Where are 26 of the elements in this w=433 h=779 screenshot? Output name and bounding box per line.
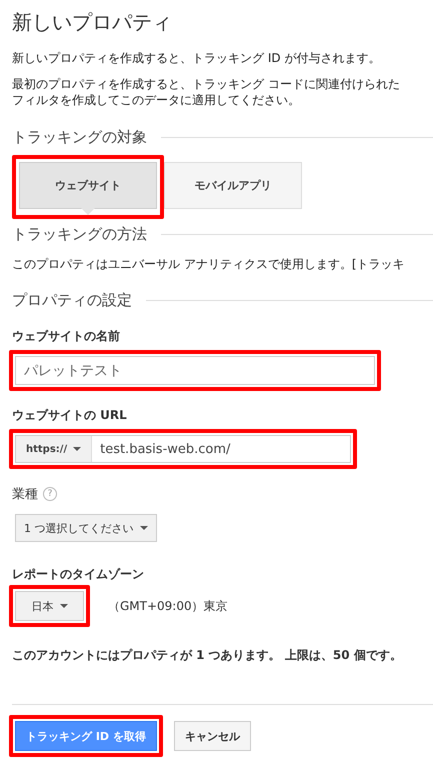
- caret-icon: [73, 446, 82, 451]
- intro-text: 最初のプロパティを作成すると、トラッキング コードに関連付けられた: [12, 76, 401, 92]
- tab-pointer-icon: [81, 208, 95, 215]
- field-label: レポートのタイムゾーン: [12, 566, 145, 583]
- timezone-text: （GMT+09:00）東京: [108, 598, 228, 614]
- cancel-button[interactable]: キャンセル: [174, 721, 251, 751]
- url-field[interactable]: https:// test.basis-web.com/: [15, 435, 351, 463]
- intro-text: 新しいプロパティを作成すると、トラッキング ID が付与されます。: [12, 50, 382, 66]
- field-label: ウェブサイトの名前: [12, 328, 121, 345]
- field-label: 業種: [12, 486, 38, 503]
- tab[interactable]: モバイルアプリ: [164, 162, 302, 209]
- method-text: このプロパティはユニバーサル アナリティクスで使用します。[トラッキ: [12, 256, 406, 273]
- caret-icon: [140, 526, 148, 530]
- section-heading: プロパティの設定: [12, 291, 132, 310]
- property-limit-text: このアカウントにはプロパティが 1 つあります。 上限は、50 個です。: [12, 647, 403, 664]
- page-title: 新しいプロパティ: [12, 9, 173, 36]
- field-label: ウェブサイトの URL: [12, 407, 128, 424]
- intro-text: フィルタを作成してこのデータに適用してください。: [12, 92, 301, 108]
- section-heading: トラッキングの対象: [12, 128, 147, 147]
- website-name-field[interactable]: パレットテスト: [15, 356, 375, 385]
- industry-dropdown[interactable]: 1 つ選択してください: [15, 514, 156, 542]
- caret-icon: [60, 604, 68, 608]
- country-dropdown[interactable]: 日本: [15, 591, 84, 621]
- tab[interactable]: ウェブサイト: [19, 162, 157, 209]
- protocol-dropdown[interactable]: https://: [16, 436, 92, 462]
- section-heading: トラッキングの方法: [12, 225, 147, 244]
